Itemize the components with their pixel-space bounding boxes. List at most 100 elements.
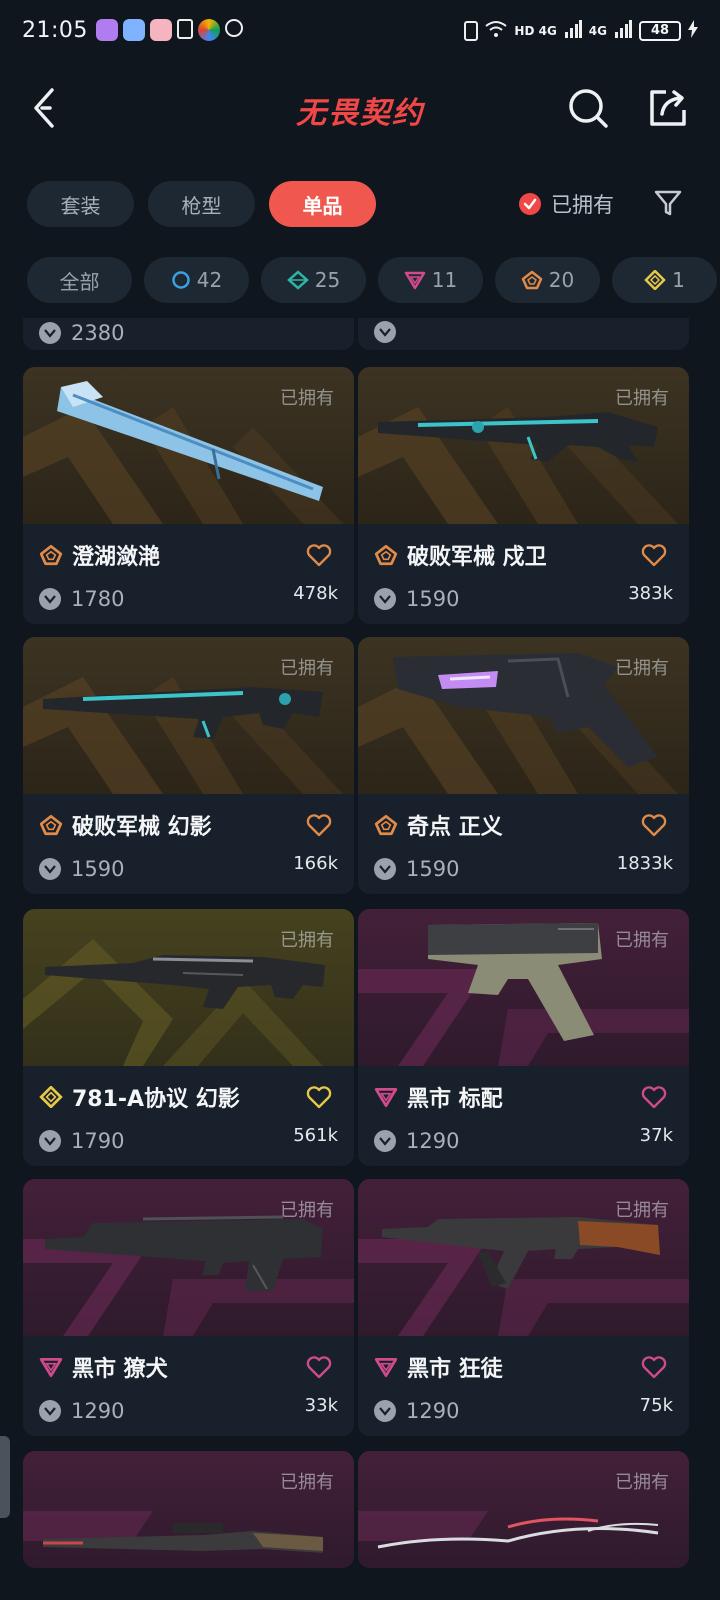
heart-icon[interactable] — [306, 813, 332, 837]
notes-icon — [176, 19, 193, 39]
battery-icon: 48 — [639, 20, 681, 41]
card-likes: 478k — [293, 583, 338, 604]
tab-single-items[interactable]: 单品 — [269, 181, 376, 227]
owned-filter-label: 已拥有 — [551, 193, 614, 217]
owned-tag: 已拥有 — [615, 930, 669, 951]
app-header: 无畏契约 — [0, 66, 720, 156]
card-price: 1290 — [406, 1399, 460, 1423]
chip-all[interactable]: 全部 — [27, 257, 132, 303]
skin-card[interactable]: 已拥有 破败军械 幻影 1590 166k — [23, 637, 354, 894]
exclusive-tier-icon — [39, 814, 63, 836]
heart-icon[interactable] — [306, 1355, 332, 1379]
chip-select[interactable]: 42 — [144, 257, 249, 303]
status-time: 21:05 — [22, 18, 88, 43]
heart-icon[interactable] — [641, 1085, 667, 1109]
owned-tag: 已拥有 — [280, 1200, 334, 1221]
card-image: 已拥有 — [23, 909, 354, 1066]
card-likes: 75k — [639, 1395, 673, 1416]
card-title: 澄湖潋滟 — [72, 545, 161, 570]
card-image: 已拥有 — [358, 909, 689, 1066]
premium-tier-icon — [374, 1088, 398, 1108]
owned-filter-toggle[interactable]: 已拥有 — [519, 189, 614, 219]
search-icon — [569, 89, 608, 128]
owned-tag: 已拥有 — [280, 1472, 334, 1493]
owned-tag: 已拥有 — [615, 1200, 669, 1221]
owned-tag: 已拥有 — [615, 1472, 669, 1493]
chat-icon — [224, 19, 243, 37]
card-title: 781-A协议 幻影 — [72, 1087, 240, 1112]
heart-icon[interactable] — [306, 1085, 332, 1109]
tab-weapon-types[interactable]: 枪型 — [148, 181, 255, 227]
select-tier-icon — [172, 271, 190, 289]
card-price: 1590 — [71, 857, 125, 881]
network-2-label: 4G — [588, 23, 607, 38]
heart-icon[interactable] — [306, 543, 332, 567]
zte-store-icon — [149, 19, 172, 41]
exclusive-tier-icon — [374, 814, 398, 836]
card-price: 1590 — [406, 857, 460, 881]
card-image: 已拥有 — [23, 367, 354, 524]
card-likes: 561k — [293, 1125, 338, 1146]
card-image: 已拥有 — [358, 367, 689, 524]
partial-card-top-left[interactable]: 2380 166k — [23, 318, 354, 350]
skin-card[interactable]: 已拥有 781-A协议 幻影 1790 561k — [23, 909, 354, 1166]
charging-icon — [688, 20, 698, 41]
partial-card-top-right[interactable]: 48k — [358, 318, 689, 350]
chip-ultra-count: 1 — [672, 268, 685, 292]
premium-tier-icon — [39, 1358, 63, 1378]
card-image: 已拥有 — [358, 1451, 689, 1568]
card-likes: 1833k — [616, 853, 673, 874]
edge-handle[interactable] — [0, 1436, 10, 1518]
vp-currency-icon — [374, 588, 396, 610]
owned-tag: 已拥有 — [280, 388, 334, 409]
battery-level: 48 — [650, 23, 670, 38]
skin-card[interactable]: 已拥有 黑市 獠犬 1290 33k — [23, 1179, 354, 1436]
card-title: 破败军械 幻影 — [72, 815, 212, 840]
chip-exclusive-count: 20 — [548, 268, 575, 292]
card-image: 已拥有 — [23, 1451, 354, 1568]
tier-filter-chips: 全部 42 25 11 20 1 — [27, 257, 720, 303]
search-button[interactable] — [566, 86, 610, 130]
partial-card-bottom-right[interactable]: 已拥有 — [358, 1451, 689, 1568]
vp-currency-icon — [374, 1130, 396, 1152]
chip-select-count: 42 — [196, 268, 223, 292]
notification-icons — [95, 19, 270, 41]
skin-card[interactable]: 已拥有 奇点 正义 1590 1833k — [358, 637, 689, 894]
heart-icon[interactable] — [641, 813, 667, 837]
vp-currency-icon — [374, 1400, 396, 1422]
network-1-label: HD 4G — [514, 23, 557, 38]
premium-tier-icon — [404, 271, 426, 290]
card-title: 奇点 正义 — [407, 815, 503, 840]
chip-deluxe[interactable]: 25 — [261, 257, 366, 303]
missed-call-icon — [248, 19, 270, 41]
partial-card-bottom-left[interactable]: 已拥有 — [23, 1451, 354, 1568]
vp-currency-icon — [39, 858, 61, 880]
chip-exclusive[interactable]: 20 — [495, 257, 600, 303]
card-price: 1290 — [71, 1399, 125, 1423]
card-title: 黑市 狂徒 — [407, 1357, 503, 1382]
skin-card[interactable]: 已拥有 破败军械 戍卫 1590 383k — [358, 367, 689, 624]
skin-card[interactable]: 已拥有 黑市 标配 1290 37k — [358, 909, 689, 1166]
status-bar: 21:05 HD 4G 4G 48 — [0, 0, 720, 66]
vp-currency-icon — [39, 1400, 61, 1422]
chip-premium[interactable]: 11 — [378, 257, 483, 303]
share-icon — [650, 90, 686, 126]
heart-icon[interactable] — [641, 543, 667, 567]
skin-card[interactable]: 已拥有 黑市 狂徒 1290 75k — [358, 1179, 689, 1436]
vp-currency-icon — [374, 858, 396, 880]
card-image: 已拥有 — [358, 637, 689, 794]
filter-button[interactable] — [652, 187, 684, 219]
heart-icon[interactable] — [641, 1355, 667, 1379]
tab-bundles[interactable]: 套装 — [27, 181, 134, 227]
share-button[interactable] — [646, 86, 690, 130]
skin-card[interactable]: 已拥有 澄湖潋滟 1780 478k — [23, 367, 354, 624]
card-price: 1290 — [406, 1129, 460, 1153]
zte-app-icon — [122, 19, 145, 41]
card-price: 1780 — [71, 587, 125, 611]
owned-tag: 已拥有 — [615, 658, 669, 679]
vp-currency-icon — [374, 321, 396, 343]
card-price: 1790 — [71, 1129, 125, 1153]
chip-ultra[interactable]: 1 — [612, 257, 717, 303]
owned-tag: 已拥有 — [280, 930, 334, 951]
card-image: 已拥有 — [23, 637, 354, 794]
